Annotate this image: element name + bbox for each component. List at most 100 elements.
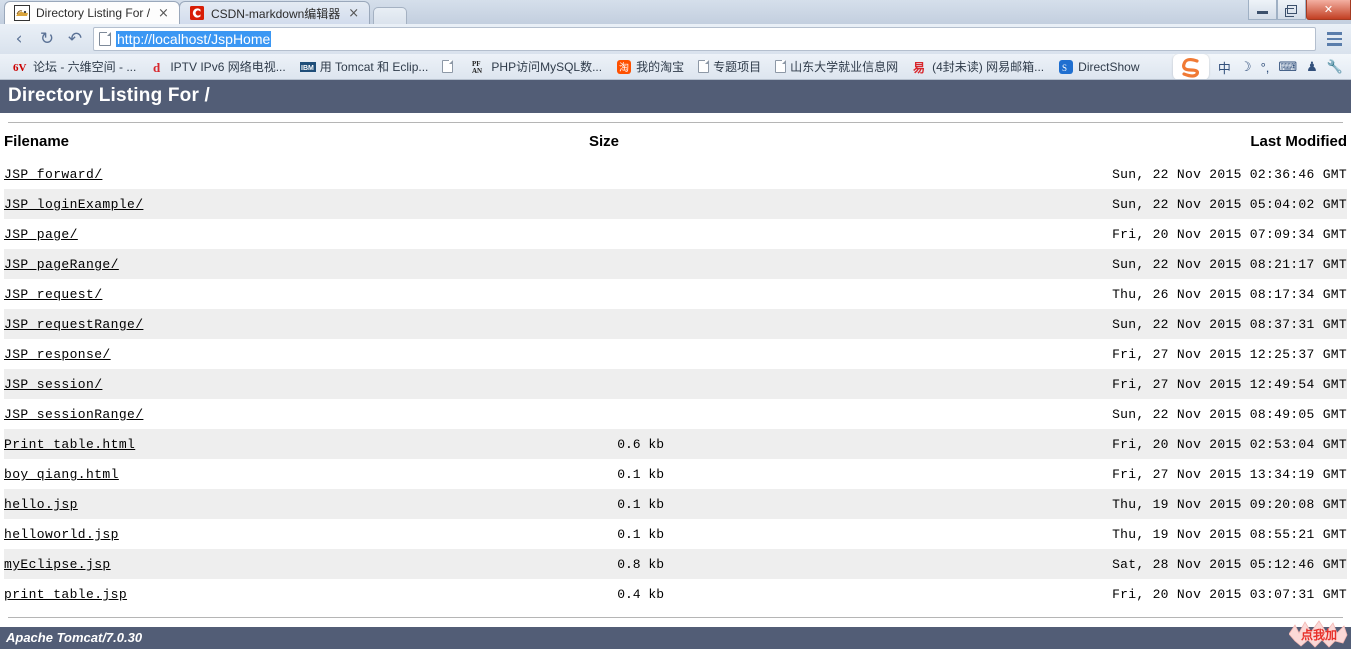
- cell-size: [544, 159, 664, 189]
- bookmark-sdu-jobs[interactable]: 山东大学就业信息网: [768, 58, 905, 75]
- file-link[interactable]: boy qiang.html: [4, 467, 119, 482]
- ime-wrench-icon[interactable]: 🔧: [1327, 59, 1343, 75]
- url-input[interactable]: http://localhost/JspHome: [116, 31, 272, 47]
- restore-icon: [1284, 5, 1297, 17]
- menu-line: [1326, 37, 1342, 41]
- table-row: JSP forward/Sun, 22 Nov 2015 02:36:46 GM…: [4, 159, 1347, 189]
- column-header-size[interactable]: Size: [544, 123, 664, 159]
- reload-button[interactable]: ↻: [34, 26, 60, 52]
- cell-size: 0.6 kb: [617, 437, 664, 452]
- bookmark-label: 我的淘宝: [636, 60, 685, 74]
- cell-filename: JSP request/: [4, 279, 544, 309]
- bookmark-unnamed[interactable]: [435, 60, 464, 73]
- table-row: JSP sessionRange/Sun, 22 Nov 2015 08:49:…: [4, 399, 1347, 429]
- bookmarks-bar: 6V 论坛 - 六维空间 - ... d IPTV IPv6 网络电视... I…: [0, 54, 1351, 80]
- netease-icon: 易: [913, 61, 925, 75]
- cell-filename: JSP page/: [4, 219, 544, 249]
- close-button[interactable]: ✕: [1306, 0, 1351, 20]
- address-bar[interactable]: http://localhost/JspHome: [93, 27, 1316, 51]
- cell-last-modified: Sun, 22 Nov 2015 08:21:17 GMT: [1112, 257, 1347, 272]
- server-version-footer: Apache Tomcat/7.0.30: [0, 627, 1351, 649]
- csdn-icon: [189, 6, 204, 20]
- file-link[interactable]: JSP requestRange/: [4, 317, 143, 332]
- tab-close-icon[interactable]: ×: [156, 7, 171, 20]
- svg-text:IBM: IBM: [301, 65, 314, 72]
- back-button[interactable]: ‹: [6, 26, 32, 52]
- file-link[interactable]: Print table.html: [4, 437, 135, 452]
- bookmark-label: 山东大学就业信息网: [790, 60, 899, 74]
- cell-size: 0.1 kb: [617, 527, 664, 542]
- bookmark-taobao[interactable]: 淘 我的淘宝: [609, 58, 691, 75]
- taobao-icon: 淘: [617, 59, 632, 74]
- bookmark-netease-mail[interactable]: 易 (4封未读) 网易邮箱...: [905, 58, 1051, 75]
- tab-csdn-markdown[interactable]: CSDN-markdown编辑器 ×: [178, 1, 371, 24]
- bookmark-iptv[interactable]: d IPTV IPv6 网络电视...: [143, 58, 292, 75]
- bookmark-label: DirectShow: [1078, 59, 1140, 74]
- bookmark-liuwei[interactable]: 6V 论坛 - 六维空间 - ...: [6, 58, 143, 75]
- tab-directory-listing[interactable]: Directory Listing For / ×: [4, 1, 180, 24]
- floating-promo-badge[interactable]: 点我加: [1289, 619, 1349, 649]
- ime-user-icon[interactable]: ♟: [1306, 59, 1318, 75]
- column-header-filename[interactable]: Filename: [4, 123, 544, 159]
- ime-moon-icon[interactable]: ☽: [1240, 59, 1252, 75]
- svg-text:S: S: [1062, 63, 1067, 73]
- bookmark-php-mysql[interactable]: PF AN PHP访问MySQL数...: [464, 58, 609, 75]
- cell-filename: JSP session/: [4, 369, 544, 399]
- history-back-icon[interactable]: ↶: [62, 26, 88, 52]
- cell-filename: JSP loginExample/: [4, 189, 544, 219]
- file-link[interactable]: print table.jsp: [4, 587, 127, 602]
- new-tab-button[interactable]: [373, 7, 408, 24]
- file-link[interactable]: JSP sessionRange/: [4, 407, 143, 422]
- doc-icon: [775, 60, 787, 73]
- cell-filename: hello.jsp: [4, 489, 544, 519]
- cell-filename: JSP forward/: [4, 159, 544, 189]
- cell-filename: JSP pageRange/: [4, 249, 544, 279]
- bookmark-directshow[interactable]: S DirectShow: [1051, 59, 1146, 75]
- file-link[interactable]: JSP request/: [4, 287, 102, 302]
- column-header-last-modified[interactable]: Last Modified: [664, 123, 1347, 159]
- file-link[interactable]: JSP session/: [4, 377, 102, 392]
- cell-last-modified: Sun, 22 Nov 2015 02:36:46 GMT: [1112, 167, 1347, 182]
- file-link[interactable]: JSP response/: [4, 347, 111, 362]
- ime-keyboard-icon[interactable]: ⌨: [1278, 59, 1297, 75]
- page-title: Directory Listing For /: [0, 80, 1351, 113]
- page-icon: [99, 32, 111, 46]
- table-row: print table.jsp 0.4 kb Fri, 20 Nov 2015 03…: [4, 579, 1347, 609]
- bookmark-special-project[interactable]: 专题项目: [691, 58, 768, 75]
- cell-last-modified: Sun, 22 Nov 2015 08:49:05 GMT: [1112, 407, 1347, 422]
- table-row: Print table.html 0.6 kb Fri, 20 Nov 2015 0…: [4, 429, 1347, 459]
- menu-line: [1326, 32, 1342, 35]
- tab-close-icon[interactable]: ×: [346, 7, 361, 20]
- file-link[interactable]: JSP page/: [4, 227, 78, 242]
- cell-last-modified: Fri, 20 Nov 2015 03:07:31 GMT: [1112, 587, 1347, 602]
- cell-filename: print table.jsp: [4, 579, 544, 609]
- ime-mode-chinese[interactable]: 中: [1218, 58, 1231, 77]
- bookmark-label: 论坛 - 六维空间 - ...: [33, 60, 137, 74]
- cell-size: 0.4 kb: [617, 587, 664, 602]
- sogou-s-icon: [1181, 57, 1199, 78]
- file-link[interactable]: JSP pageRange/: [4, 257, 119, 272]
- hamburger-menu-icon[interactable]: [1323, 26, 1345, 52]
- cell-filename: myEclipse.jsp: [4, 549, 544, 579]
- cell-last-modified: Thu, 26 Nov 2015 08:17:34 GMT: [1112, 287, 1347, 302]
- cell-filename: Print table.html: [4, 429, 544, 459]
- ime-punctuation-icon[interactable]: °,: [1261, 60, 1270, 75]
- minimize-button[interactable]: [1248, 0, 1277, 20]
- table-row: JSP request/Thu, 26 Nov 2015 08:17:34 GM…: [4, 279, 1347, 309]
- file-link[interactable]: helloworld.jsp: [4, 527, 119, 542]
- bookmark-label: PHP访问MySQL数...: [491, 60, 603, 74]
- cell-filename: helloworld.jsp: [4, 519, 544, 549]
- tomcat-icon: [14, 5, 30, 21]
- cell-size: 0.1 kb: [617, 467, 664, 482]
- cell-size: 0.8 kb: [617, 557, 664, 572]
- restore-button[interactable]: [1277, 0, 1306, 20]
- file-link[interactable]: hello.jsp: [4, 497, 78, 512]
- bookmark-tomcat-eclipse[interactable]: IBM 用 Tomcat 和 Eclip...: [293, 58, 436, 75]
- file-link[interactable]: JSP loginExample/: [4, 197, 143, 212]
- cell-last-modified: Sat, 28 Nov 2015 05:12:46 GMT: [1112, 557, 1347, 572]
- file-link[interactable]: myEclipse.jsp: [4, 557, 111, 572]
- sogou-logo[interactable]: [1172, 54, 1209, 79]
- file-link[interactable]: JSP forward/: [4, 167, 102, 182]
- ibm-icon: IBM: [299, 61, 316, 72]
- tab-title: CSDN-markdown编辑器: [210, 6, 341, 21]
